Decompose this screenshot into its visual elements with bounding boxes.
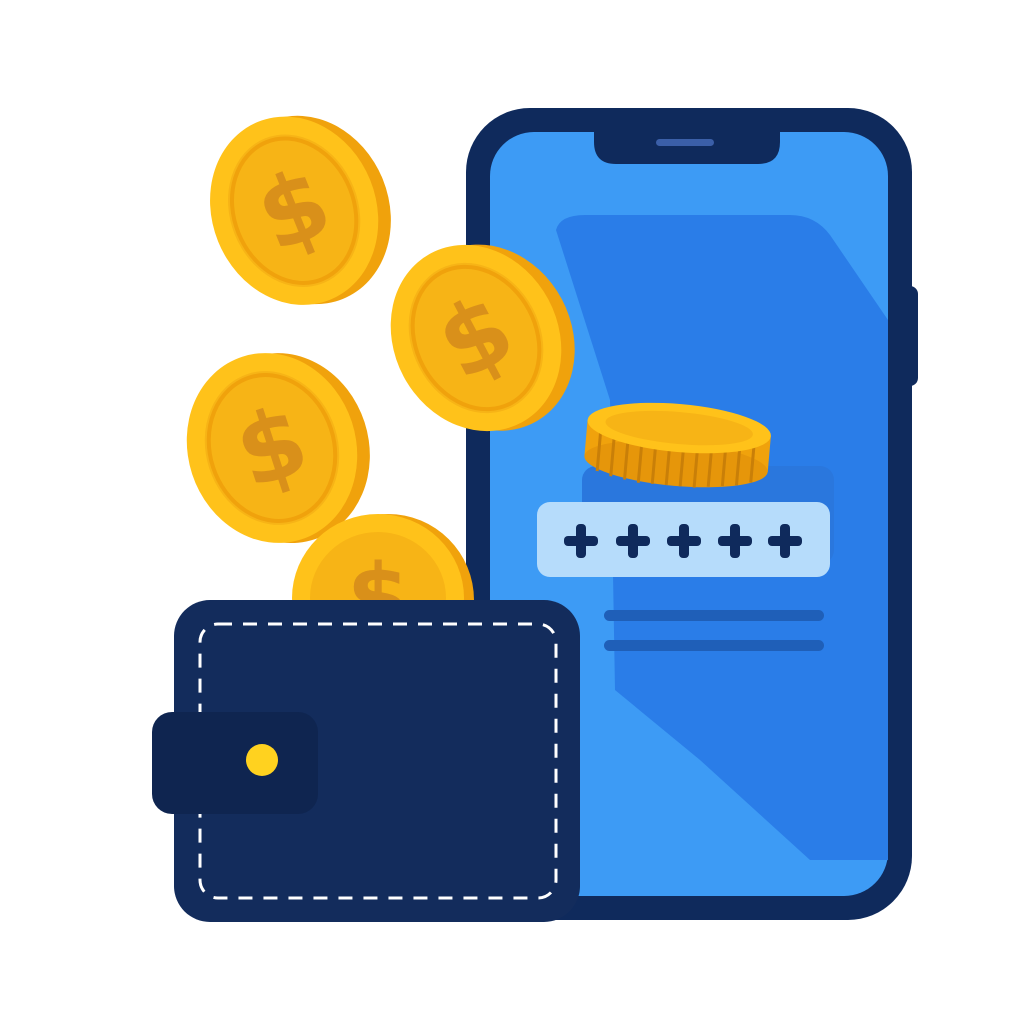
- phone-notch: [594, 132, 780, 164]
- text-line: [604, 640, 824, 651]
- coin-icon: $: [210, 115, 391, 305]
- wallet-button: [246, 744, 278, 776]
- phone-speaker: [656, 139, 714, 146]
- wallet-clasp-flap: [152, 712, 318, 814]
- payment-illustration: $ $ $ $: [0, 0, 1024, 1024]
- wallet-icon: [152, 600, 580, 922]
- wallet-phone-coins-illustration: $ $ $ $: [152, 108, 918, 922]
- text-line: [604, 610, 824, 621]
